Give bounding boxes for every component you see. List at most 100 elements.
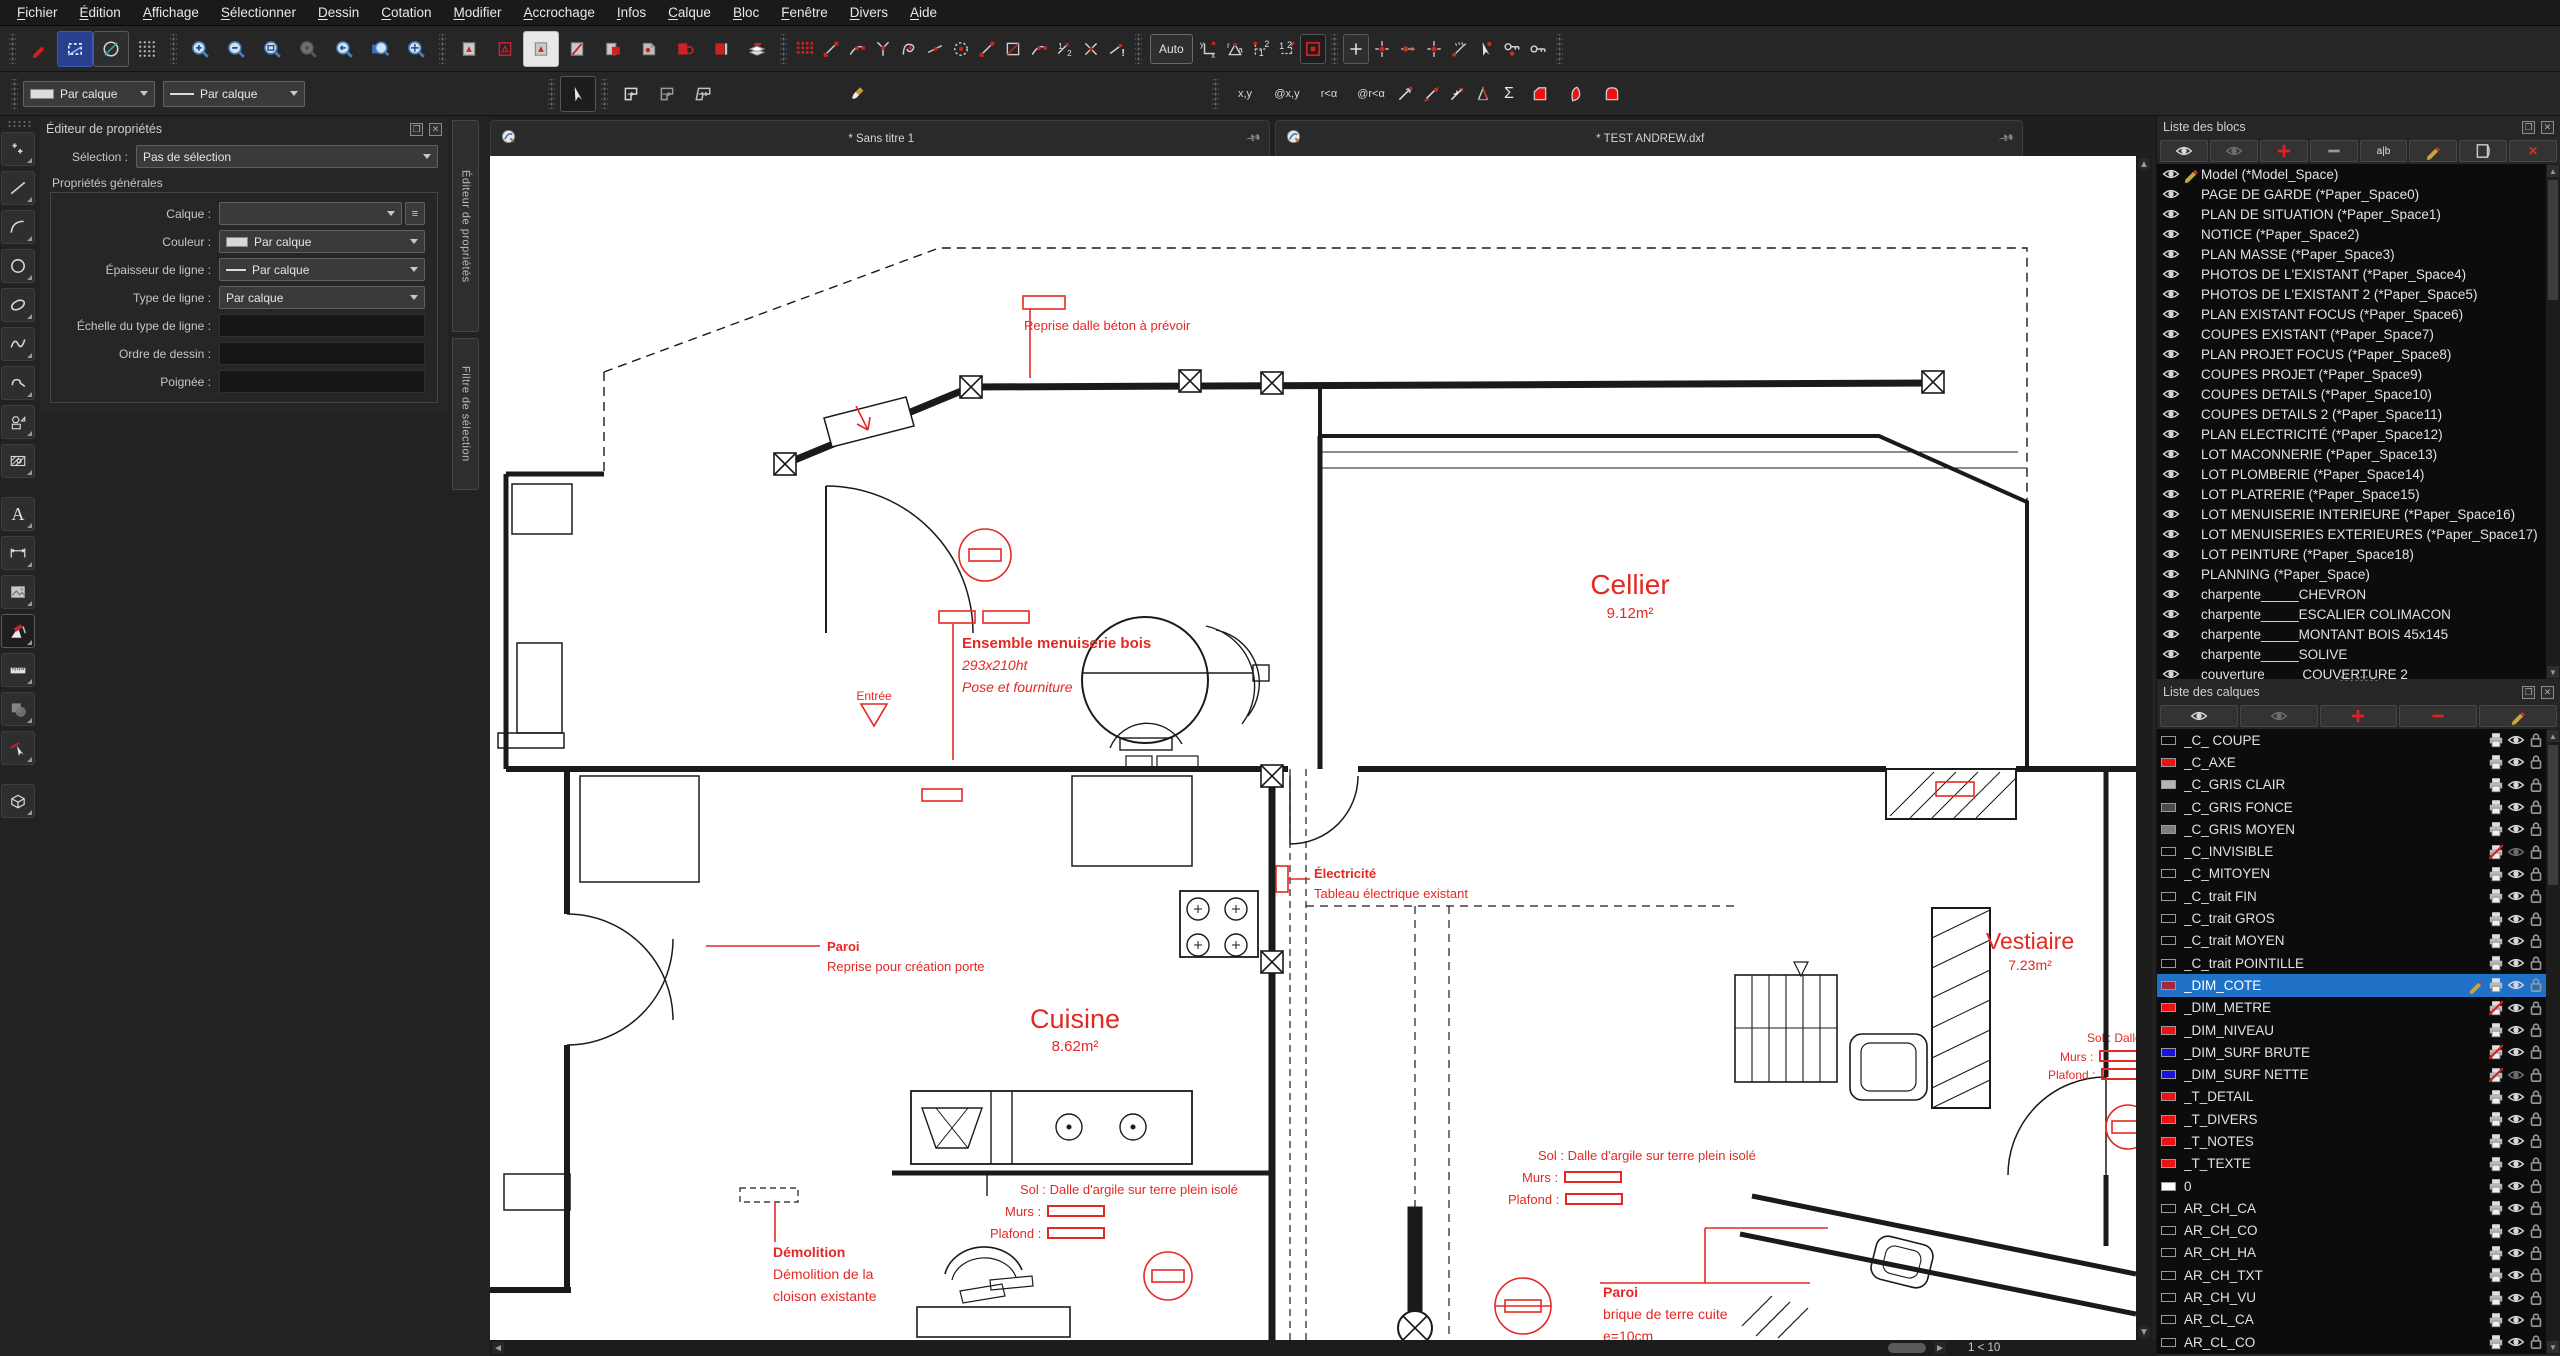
layer-color-swatch[interactable] bbox=[2161, 803, 2176, 812]
snap-endpoint-button[interactable] bbox=[818, 34, 844, 64]
layer-color-swatch[interactable] bbox=[2161, 1271, 2176, 1280]
block-row[interactable]: LOT PLOMBERIE (*Paper_Space14) bbox=[2157, 464, 2560, 484]
vector-relative-button[interactable] bbox=[1418, 79, 1444, 109]
visibility-eye-icon[interactable] bbox=[2161, 545, 2181, 563]
coord-r-angle-button[interactable]: r<α bbox=[1308, 76, 1350, 112]
layer-color-swatch[interactable] bbox=[2161, 1315, 2176, 1324]
palette-grip[interactable] bbox=[7, 120, 31, 128]
snap-box-button[interactable] bbox=[1000, 34, 1026, 64]
blocks-add-plus-button[interactable] bbox=[2260, 140, 2308, 162]
drawing-canvas[interactable]: Reprise dalle béton à prévoirCellier9.12… bbox=[490, 156, 2136, 1340]
toolbar-grip[interactable] bbox=[9, 34, 16, 64]
coord-ra-button[interactable]: ra bbox=[1222, 34, 1248, 64]
plus-box-button[interactable] bbox=[1343, 34, 1369, 64]
menu-fichier[interactable]: Fichier bbox=[6, 2, 69, 23]
print-area-button[interactable] bbox=[451, 31, 487, 67]
visibility-eye-icon[interactable] bbox=[2161, 165, 2181, 183]
spline-tool[interactable] bbox=[1, 327, 35, 361]
scrollbar-thumb[interactable] bbox=[2548, 745, 2558, 885]
visibility-eye-icon[interactable] bbox=[2161, 565, 2181, 583]
layer-color-swatch[interactable] bbox=[2161, 1159, 2176, 1168]
line-tool[interactable] bbox=[1, 171, 35, 205]
lock-icon[interactable] bbox=[2526, 1333, 2546, 1351]
side-tab-selection-filter[interactable]: Filtre de sélection bbox=[452, 338, 479, 490]
polygon-tool[interactable] bbox=[1, 405, 35, 439]
visibility-eye-icon[interactable] bbox=[2161, 665, 2181, 679]
layer-preview-button[interactable] bbox=[739, 31, 775, 67]
block-row[interactable]: LOT MENUISERIE INTERIEURE (*Paper_Space1… bbox=[2157, 504, 2560, 524]
hatch-tool[interactable] bbox=[1, 444, 35, 478]
lock-icon[interactable] bbox=[2526, 887, 2546, 905]
modify-arrow-tool[interactable] bbox=[1, 731, 35, 765]
lock-icon[interactable] bbox=[2526, 1311, 2546, 1329]
visibility-eye-icon[interactable] bbox=[2506, 1222, 2526, 1240]
print-icon[interactable] bbox=[2486, 1088, 2506, 1106]
panel-float-icon[interactable]: ❐ bbox=[2522, 686, 2535, 699]
menu-divers[interactable]: Divers bbox=[839, 2, 899, 23]
panel-float-icon[interactable]: ❐ bbox=[410, 123, 423, 136]
block-row[interactable]: charpente_____SOLIVE bbox=[2157, 644, 2560, 664]
blocks-edit-pencil-button[interactable] bbox=[2409, 140, 2457, 162]
vector-absolute-button[interactable] bbox=[1392, 79, 1418, 109]
toolbar-grip[interactable] bbox=[11, 79, 18, 109]
scrollbar-thumb[interactable] bbox=[2548, 180, 2558, 300]
layer-color-swatch[interactable] bbox=[2161, 1048, 2176, 1057]
visibility-eye-icon[interactable] bbox=[2506, 999, 2526, 1017]
print-icon[interactable] bbox=[2486, 910, 2506, 928]
area-leaf-button[interactable] bbox=[1558, 76, 1594, 112]
block-row[interactable]: LOT PEINTURE (*Paper_Space18) bbox=[2157, 544, 2560, 564]
visibility-eye-icon[interactable] bbox=[2161, 465, 2181, 483]
visibility-eye-icon[interactable] bbox=[2161, 365, 2181, 383]
visibility-eye-icon[interactable] bbox=[2161, 225, 2181, 243]
block-row[interactable]: Model (*Model_Space) bbox=[2157, 164, 2560, 184]
canvas-horizontal-scrollbar[interactable]: ◄ ► 1 < 10 bbox=[490, 1340, 2156, 1356]
sum-sigma-button[interactable]: Σ bbox=[1496, 79, 1522, 109]
print-icon[interactable] bbox=[2486, 1132, 2506, 1150]
layer-color-swatch[interactable] bbox=[2161, 1204, 2176, 1213]
layer-row[interactable]: _T_TEXTE bbox=[2157, 1153, 2560, 1175]
box-3d-tool[interactable] bbox=[1, 784, 35, 818]
circle-tool[interactable] bbox=[1, 249, 35, 283]
visibility-eye-icon[interactable] bbox=[2506, 954, 2526, 972]
lock-icon[interactable] bbox=[2526, 1244, 2546, 1262]
visibility-eye-icon[interactable] bbox=[2506, 865, 2526, 883]
layer-color-swatch[interactable] bbox=[2161, 892, 2176, 901]
coord-yx-button[interactable]: yx bbox=[1196, 34, 1222, 64]
zoom-fit-button[interactable] bbox=[254, 31, 290, 67]
cursor-snap-button[interactable] bbox=[1473, 34, 1499, 64]
lock-icon[interactable] bbox=[2526, 1110, 2546, 1128]
visibility-eye-icon[interactable] bbox=[2161, 265, 2181, 283]
block-row[interactable]: PLAN PROJET FOCUS (*Paper_Space8) bbox=[2157, 344, 2560, 364]
visibility-eye-icon[interactable] bbox=[2506, 1088, 2526, 1106]
menu-calque[interactable]: Calque bbox=[657, 2, 722, 23]
coord-xy-button[interactable]: x,y bbox=[1224, 76, 1266, 112]
snap-flag-button[interactable] bbox=[974, 34, 1000, 64]
zoom-in-button[interactable] bbox=[182, 31, 218, 67]
ellipse-tool[interactable] bbox=[1, 288, 35, 322]
print-setup-button[interactable] bbox=[595, 31, 631, 67]
snap-segment-button[interactable] bbox=[844, 34, 870, 64]
lock-icon[interactable] bbox=[2526, 798, 2546, 816]
scroll-down-icon[interactable]: ▼ bbox=[2547, 1341, 2559, 1353]
visibility-eye-icon[interactable] bbox=[2161, 245, 2181, 263]
arc-tool[interactable] bbox=[1, 210, 35, 244]
block-row[interactable]: PLANNING (*Paper_Space) bbox=[2157, 564, 2560, 584]
selection-combo[interactable]: Pas de sélection bbox=[136, 145, 438, 168]
block-row[interactable]: LOT PLATRERIE (*Paper_Space15) bbox=[2157, 484, 2560, 504]
lock-icon[interactable] bbox=[2526, 731, 2546, 749]
snap-cross-button[interactable] bbox=[1078, 34, 1104, 64]
menu-fenetre[interactable]: Fenêtre bbox=[770, 2, 839, 23]
track-horizontal-button[interactable] bbox=[1395, 34, 1421, 64]
block-row[interactable]: charpente_____ESCALIER COLIMACON bbox=[2157, 604, 2560, 624]
layer-row[interactable]: AR_CL_CO bbox=[2157, 1331, 2560, 1353]
print-icon[interactable] bbox=[2486, 1311, 2506, 1329]
layer-row[interactable]: _C_trait FIN bbox=[2157, 885, 2560, 907]
lock-icon[interactable] bbox=[2526, 1199, 2546, 1217]
print-icon[interactable] bbox=[2486, 753, 2506, 771]
print-icon[interactable] bbox=[2486, 1177, 2506, 1195]
track-both-button[interactable] bbox=[1421, 34, 1447, 64]
lock-icon[interactable] bbox=[2526, 1177, 2546, 1195]
print-stamp-button[interactable] bbox=[703, 31, 739, 67]
pin-icon[interactable]: 📌 bbox=[1998, 130, 2015, 146]
toolbar-grip[interactable] bbox=[1135, 34, 1142, 64]
